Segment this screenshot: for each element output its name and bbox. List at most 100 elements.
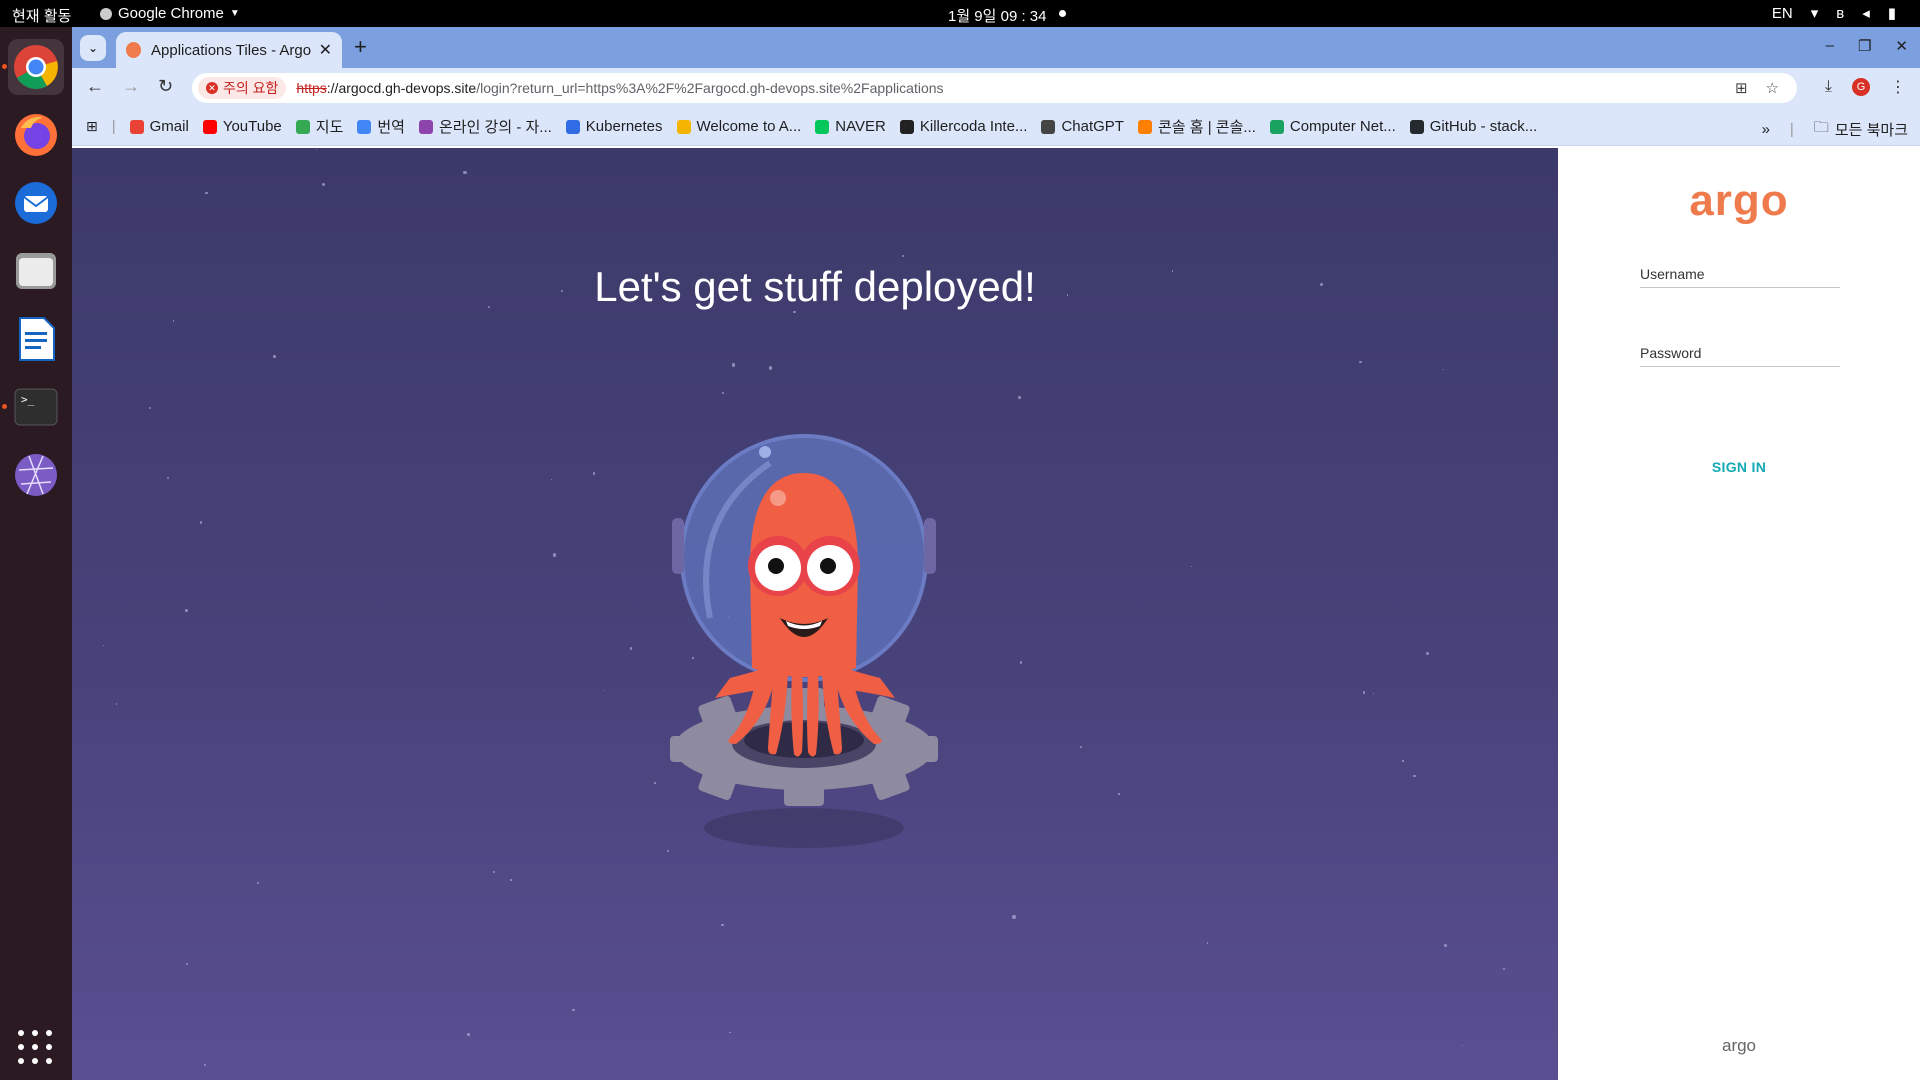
app-menu[interactable]: Google Chrome ▼ [100, 5, 240, 22]
dock-firefox[interactable] [8, 107, 64, 163]
dock-chrome[interactable] [2, 39, 64, 95]
bookmark-item[interactable]: 콘솔 홈 | 콘솔... [1137, 116, 1256, 137]
star-dot [722, 392, 725, 395]
bookmark-favicon-icon [1269, 119, 1284, 134]
bookmark-item[interactable]: Kubernetes [565, 118, 663, 135]
star-dot [1413, 775, 1416, 778]
bookmark-item[interactable]: 지도 [295, 116, 343, 137]
url-host: ://argocd.gh-devops.site [326, 80, 477, 96]
thunderbird-icon [15, 182, 57, 224]
star-dot [315, 148, 317, 151]
bookmark-favicon-icon [1041, 119, 1056, 134]
back-icon[interactable]: ← [86, 76, 104, 97]
running-indicator [2, 404, 7, 409]
bookmark-item[interactable]: NAVER [815, 118, 886, 135]
bookmark-label: NAVER [835, 118, 886, 135]
argo-logo: argo [1689, 176, 1789, 225]
tab-argocd[interactable]: Applications Tiles - Argo CD ✕ [116, 32, 342, 68]
notification-dot [1059, 10, 1066, 17]
folder-icon [16, 253, 56, 289]
bookmark-item[interactable]: Killercoda Inte... [899, 118, 1027, 135]
all-bookmarks-button[interactable]: 🗀 모든 북마크 [1814, 117, 1908, 142]
more-bookmarks-icon[interactable]: » [1762, 121, 1770, 138]
language-indicator[interactable]: EN [1772, 5, 1793, 22]
star-dot [1443, 943, 1448, 948]
star-dot [199, 521, 203, 524]
browser-toolbar: ← → ↻ ✕ 주의 요함 https://argocd.gh-devops.s… [72, 68, 1920, 108]
password-field[interactable]: Password [1640, 333, 1840, 367]
bookmark-item[interactable]: ChatGPT [1041, 118, 1124, 135]
dock-files[interactable] [8, 243, 64, 299]
chevron-down-icon: ⌄ [87, 41, 99, 55]
bookmark-favicon-icon [418, 119, 433, 134]
bookmark-label: Kubernetes [585, 118, 663, 135]
star-dot [173, 320, 175, 322]
bookmarks-divider: | [1789, 121, 1794, 138]
bluetooth-icon: ʙ [1836, 4, 1845, 22]
bookmark-favicon-icon [295, 119, 310, 134]
bookmark-item[interactable]: Gmail [129, 118, 189, 135]
close-tab-icon[interactable]: ✕ [319, 40, 332, 60]
star-dot [1017, 395, 1021, 399]
password-label: Password [1640, 345, 1702, 361]
sign-in-button[interactable]: SIGN IN [1558, 459, 1920, 475]
minimize-icon[interactable]: – [1826, 37, 1834, 55]
system-tray[interactable]: EN ▾ ʙ ◂ ▮ [1772, 4, 1896, 23]
translate-icon[interactable]: ⊞ [1735, 79, 1748, 97]
terminal-icon: >_ [14, 388, 58, 426]
bookmark-list: Gmail YouTube 지도 번역 온라인 강의 - 자... Kubernetes W… [116, 116, 1537, 137]
profile-avatar[interactable]: G [1852, 78, 1870, 96]
dock-writer[interactable] [8, 311, 64, 367]
bookmark-label: YouTube [222, 118, 282, 135]
bookmark-item[interactable]: YouTube [202, 118, 282, 135]
browser-window: ⌄ Applications Tiles - Argo CD ✕ + – ❐ ✕… [72, 27, 1920, 1080]
download-icon[interactable]: ⤓ [1825, 78, 1832, 96]
forward-icon[interactable]: → [122, 76, 140, 97]
show-apps-button[interactable] [18, 1030, 54, 1066]
bookmark-favicon-icon [815, 119, 830, 134]
apps-grid-icon[interactable]: ⊞ [86, 118, 98, 135]
star-dot [466, 1032, 470, 1036]
star-dot [115, 703, 118, 706]
bookmark-item[interactable]: Welcome to A... [676, 118, 801, 135]
star-dot [185, 609, 188, 612]
hero-panel: Let's get stuff deployed! [72, 148, 1558, 1080]
star-dot [321, 182, 325, 186]
username-field[interactable]: Username [1640, 254, 1840, 288]
bookmark-star-icon[interactable]: ☆ [1766, 79, 1779, 97]
activities-button[interactable]: 현재 활동 [12, 5, 71, 26]
restore-icon[interactable]: ❐ [1858, 37, 1871, 55]
star-dot [1372, 693, 1374, 695]
star-dot [1079, 746, 1082, 749]
clock[interactable]: 1월 9일 09 : 34 [948, 5, 1047, 26]
reload-icon[interactable]: ↻ [158, 76, 173, 97]
dock-thunderbird[interactable] [8, 175, 64, 231]
security-warning-chip[interactable]: ✕ 주의 요함 [198, 77, 287, 99]
menu-kebab-icon[interactable]: ⋮ [1890, 77, 1906, 97]
star-dot [1019, 660, 1023, 664]
firefox-icon [15, 114, 57, 156]
tab-search-button[interactable]: ⌄ [80, 35, 106, 61]
chrome-small-icon [100, 7, 112, 20]
bookmark-item[interactable]: 온라인 강의 - 자... [418, 116, 552, 137]
star-dot [592, 471, 596, 475]
bookmark-item[interactable]: 번역 [357, 116, 405, 137]
bookmark-item[interactable]: Computer Net... [1269, 118, 1396, 135]
dock-terminal[interactable]: >_ [2, 379, 64, 435]
new-tab-button[interactable]: + [354, 34, 367, 60]
app-menu-label: Google Chrome [118, 5, 224, 22]
star-dot [166, 476, 170, 480]
star-dot [604, 689, 606, 691]
star-dot [1206, 941, 1209, 944]
star-dot [630, 647, 633, 650]
bookmark-item[interactable]: GitHub - stack... [1409, 118, 1537, 135]
url-text[interactable]: https://argocd.gh-devops.site/login?retu… [296, 80, 943, 96]
bookmarks-bar: ⊞ | Gmail YouTube 지도 번역 온라인 강의 - 자... Kuberne… [72, 108, 1920, 146]
dock-network-app[interactable] [8, 447, 64, 503]
warning-icon: ✕ [206, 82, 218, 94]
chrome-icon [14, 45, 58, 89]
star-dot [1363, 691, 1366, 694]
address-bar[interactable]: ✕ 주의 요함 https://argocd.gh-devops.site/lo… [192, 73, 1797, 103]
chevron-down-icon: ▼ [229, 8, 240, 19]
close-window-icon[interactable]: ✕ [1895, 37, 1908, 55]
